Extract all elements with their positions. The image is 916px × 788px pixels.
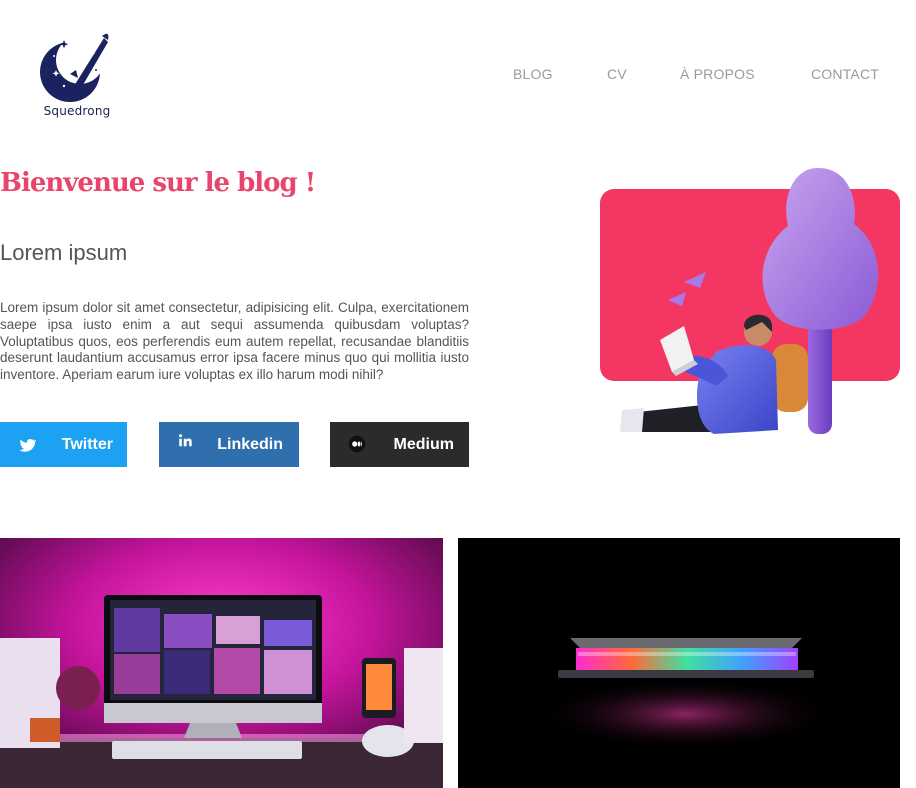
- twitter-label: Twitter: [61, 435, 113, 453]
- laptop-photo: [458, 538, 900, 788]
- hero-subtitle: Lorem ipsum: [0, 240, 128, 265]
- twitter-button[interactable]: Twitter: [0, 422, 127, 467]
- rocket-moon-icon: [40, 33, 109, 102]
- hero-body-text: Lorem ipsum dolor sit amet consectetur, …: [0, 300, 469, 383]
- reading-person-illustration: [600, 168, 900, 434]
- nav-cv[interactable]: CV: [607, 66, 627, 82]
- nav-contact[interactable]: CONTACT: [811, 66, 879, 82]
- site-logo[interactable]: Squedrong: [34, 30, 120, 122]
- linkedin-button[interactable]: Linkedin: [159, 422, 299, 467]
- nav-a-propos[interactable]: À PROPOS: [680, 66, 755, 82]
- linkedin-label: Linkedin: [217, 435, 283, 453]
- page-title: Bienvenue sur le blog !: [0, 168, 316, 198]
- nav-blog[interactable]: BLOG: [513, 66, 553, 82]
- desk-setup-photo: [0, 538, 443, 788]
- logo-text: Squedrong: [43, 104, 111, 118]
- medium-label: Medium: [393, 435, 454, 453]
- medium-button[interactable]: Medium: [330, 422, 469, 467]
